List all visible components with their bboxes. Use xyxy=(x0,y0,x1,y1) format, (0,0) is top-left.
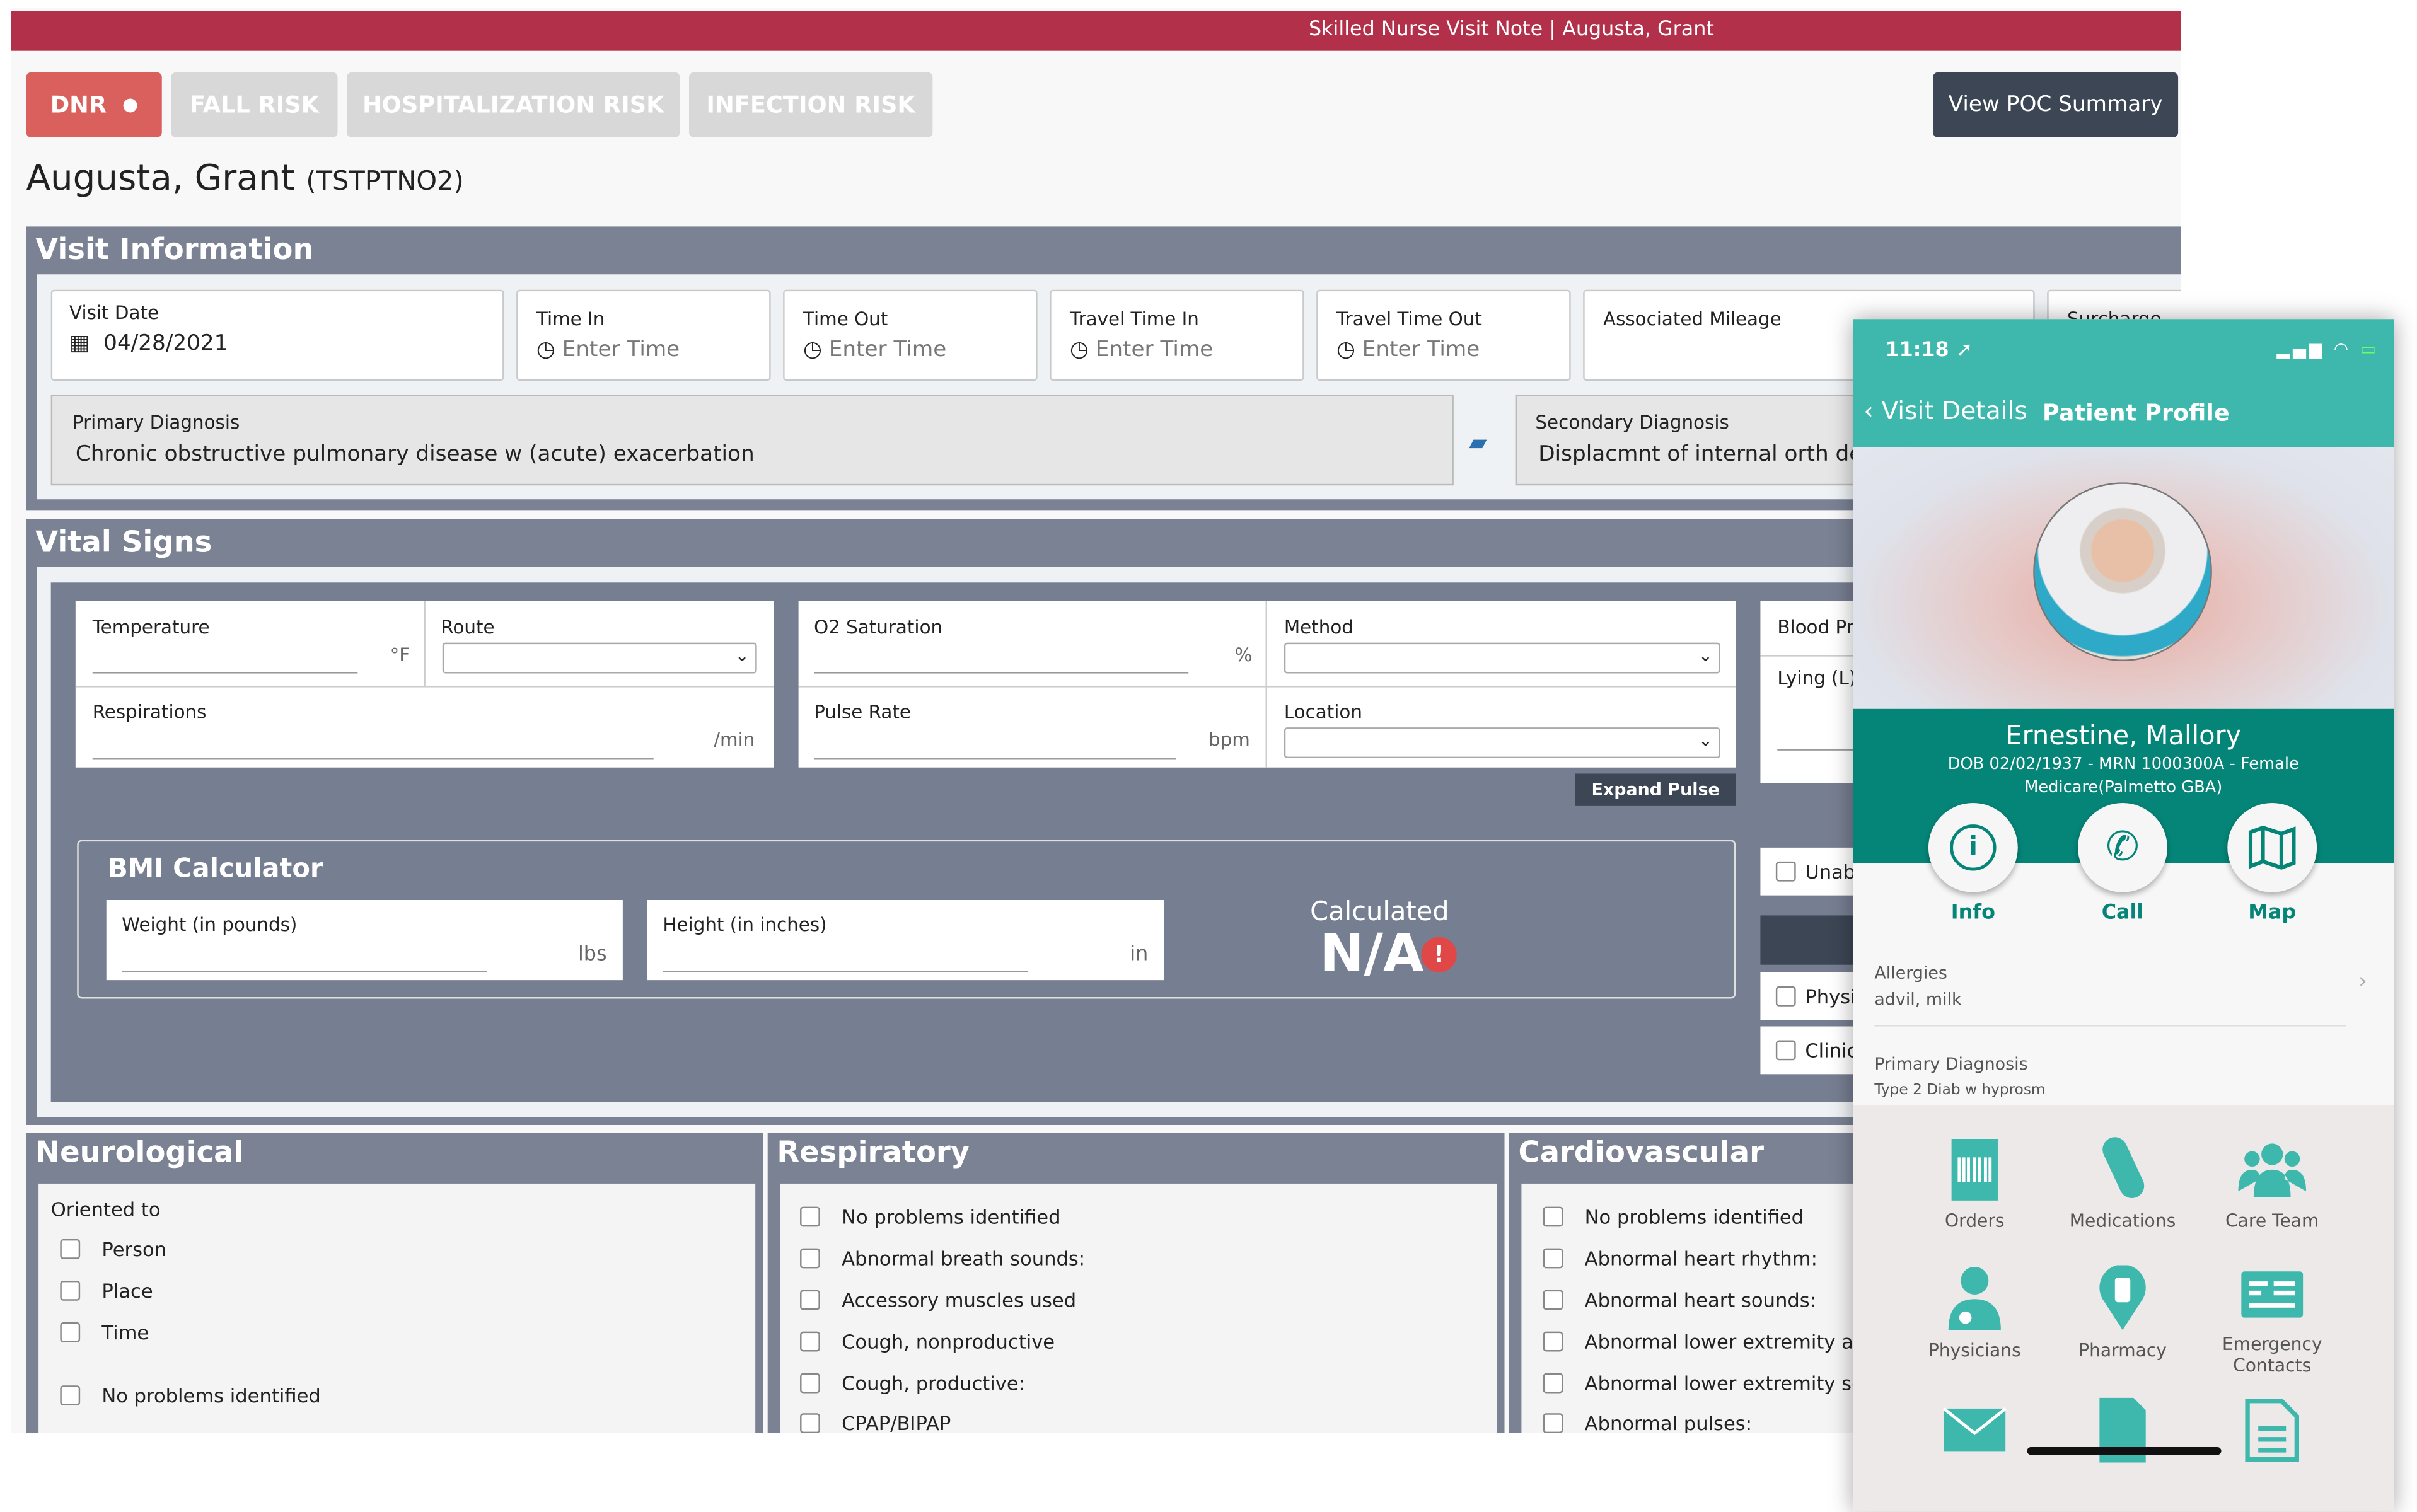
pharmacy-tile[interactable]: Pharmacy xyxy=(2046,1265,2200,1361)
back-button[interactable]: ‹ Visit Details xyxy=(1863,396,2027,425)
battery-icon: ▭ xyxy=(2360,338,2379,359)
document-clock-icon[interactable] xyxy=(2096,1397,2148,1469)
method-select[interactable]: ⌄ xyxy=(1284,642,1720,674)
signal-icon: ▂▄▆ xyxy=(2276,338,2326,359)
care-team-icon xyxy=(2238,1143,2307,1197)
page-title: Augusta, Grant (TSTPTNO2) xyxy=(26,158,464,199)
care-team-tile[interactable]: Care Team xyxy=(2195,1136,2350,1232)
message-icon[interactable] xyxy=(1942,1405,2007,1461)
clock-icon: ◷ xyxy=(803,337,822,362)
patient-name: Ernestine, Mallory xyxy=(2005,721,2242,753)
chevron-right-icon: › xyxy=(2358,969,2367,995)
infection-risk-badge[interactable]: INFECTION RISK xyxy=(689,72,933,137)
primary-diagnosis-row: Primary Diagnosis Type 2 Diab w hyprosm xyxy=(1874,1054,2046,1099)
expand-pulse-button[interactable]: Expand Pulse xyxy=(1575,773,1736,806)
book-icon[interactable]: ▰ xyxy=(1469,429,1487,456)
mobile-header: 11:18 ➚ ▂▄▆ ◠ ▭ ‹ Visit Details Patient … xyxy=(1853,319,2394,447)
checkbox[interactable] xyxy=(60,1238,81,1259)
respiratory-section: Respiratory xyxy=(767,1133,1505,1434)
time-out-field[interactable]: Time Out ◷ Enter Time xyxy=(783,289,1038,381)
orders-icon xyxy=(1951,1139,1998,1201)
contact-card-icon xyxy=(2241,1271,2304,1318)
primary-diagnosis-field[interactable]: Primary Diagnosis Chronic obstructive pu… xyxy=(50,394,1454,486)
checkbox[interactable] xyxy=(60,1322,81,1342)
status-dot-icon xyxy=(124,98,138,113)
medications-tile[interactable]: Medications xyxy=(2046,1136,2200,1232)
chevron-down-icon: ⌄ xyxy=(734,645,750,666)
mobile-patient-profile: 11:18 ➚ ▂▄▆ ◠ ▭ ‹ Visit Details Patient … xyxy=(1853,319,2394,1512)
view-poc-summary-button[interactable]: View POC Summary xyxy=(1933,72,2179,137)
checkbox[interactable] xyxy=(60,1385,81,1406)
wifi-icon: ◠ xyxy=(2333,338,2352,359)
visit-date-field[interactable]: Visit Date ▦ 04/28/2021 xyxy=(50,289,504,381)
map-icon xyxy=(2248,825,2296,870)
phone-icon: ✆ xyxy=(2106,824,2140,871)
screen-title: Patient Profile xyxy=(2042,399,2230,427)
window-title: Skilled Nurse Visit Note | Augusta, Gran… xyxy=(1308,18,1714,42)
chevron-left-icon: ‹ xyxy=(1863,396,1874,425)
document-icon[interactable] xyxy=(2244,1398,2300,1469)
temperature-input[interactable] xyxy=(92,672,358,674)
route-select[interactable]: ⌄ xyxy=(442,642,757,674)
clock-icon: ◷ xyxy=(536,337,555,362)
orders-tile[interactable]: Orders xyxy=(1898,1136,2052,1232)
checkbox[interactable] xyxy=(1775,986,1796,1007)
weight-field[interactable]: Weight (in pounds) lbs xyxy=(106,899,623,981)
allergies-row[interactable]: Allergies advil, milk xyxy=(1874,960,1961,1012)
hospitalization-risk-badge[interactable]: HOSPITALIZATION RISK xyxy=(347,72,680,137)
respirations-input[interactable] xyxy=(92,758,654,760)
status-icons: ▂▄▆ ◠ ▭ xyxy=(2277,339,2379,359)
fall-risk-badge[interactable]: FALL RISK xyxy=(171,72,338,137)
info-action[interactable]: i Info xyxy=(1928,802,2018,925)
clock-icon: ◷ xyxy=(1336,337,1355,362)
location-arrow-icon: ➚ xyxy=(1956,338,1973,362)
checkbox[interactable] xyxy=(1775,1040,1796,1061)
dnr-badge[interactable]: DNR xyxy=(26,72,162,137)
calendar-icon: ▦ xyxy=(69,331,90,356)
time-in-field[interactable]: Time In ◷ Enter Time xyxy=(516,289,771,381)
info-icon: i xyxy=(1950,824,1997,871)
patient-photo xyxy=(2033,482,2212,661)
clock-icon: ◷ xyxy=(1069,337,1089,362)
call-action[interactable]: ✆ Call xyxy=(2078,802,2167,925)
physicians-tile[interactable]: Physicians xyxy=(1898,1266,2052,1361)
height-field[interactable]: Height (in inches) in xyxy=(647,899,1164,981)
travel-time-out-field[interactable]: Travel Time Out ◷ Enter Time xyxy=(1316,289,1571,381)
pulse-rate-input[interactable] xyxy=(814,758,1176,760)
title-bar: Skilled Nurse Visit Note | Augusta, Gran… xyxy=(11,11,2181,51)
patient-id: (TSTPTNO2) xyxy=(306,166,464,197)
chevron-down-icon: ⌄ xyxy=(1698,730,1713,751)
pill-icon xyxy=(2102,1137,2145,1199)
emergency-contacts-tile[interactable]: Emergency Contacts xyxy=(2195,1266,2350,1376)
physician-icon xyxy=(1948,1266,2001,1330)
checkbox[interactable] xyxy=(1775,861,1796,882)
travel-time-in-field[interactable]: Travel Time In ◷ Enter Time xyxy=(1050,289,1304,381)
checkbox[interactable] xyxy=(60,1280,81,1301)
section-title: Visit Information xyxy=(26,226,2181,273)
o2-saturation-input[interactable] xyxy=(814,672,1189,674)
map-action[interactable]: Map xyxy=(2227,802,2317,925)
location-select[interactable]: ⌄ xyxy=(1284,727,1720,759)
pharmacy-pin-icon xyxy=(2099,1265,2146,1330)
alert-icon: ! xyxy=(1421,937,1457,972)
chevron-down-icon: ⌄ xyxy=(1698,645,1713,666)
home-indicator[interactable] xyxy=(2027,1447,2222,1455)
